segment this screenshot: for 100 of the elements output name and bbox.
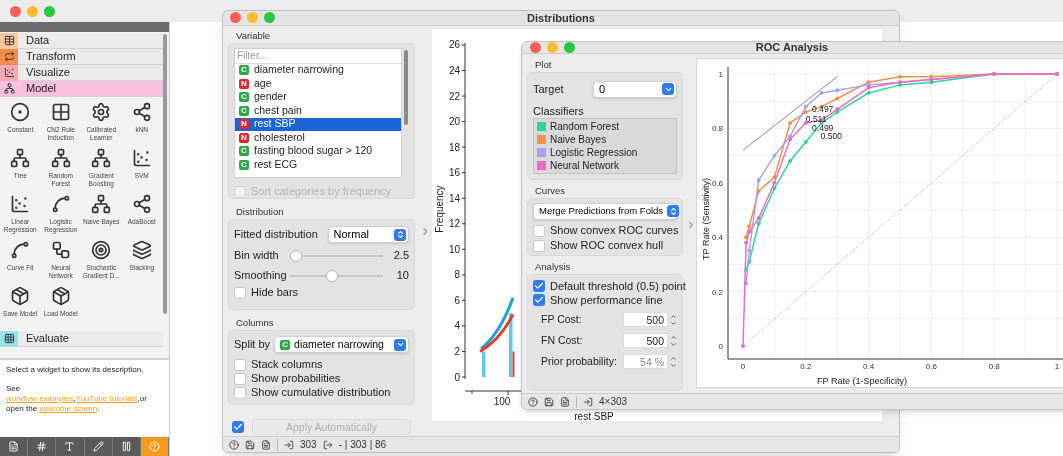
nodes-icon[interactable] [50,240,71,260]
field-label: Fitted distribution [234,227,319,243]
category-header[interactable]: Transform [0,49,163,65]
type-badge: C [239,65,249,76]
hierarchy-icon[interactable] [91,194,112,214]
classifier-name[interactable]: Logistic Regression [550,145,638,161]
slider-label: Bin width [234,248,280,264]
variable-item[interactable]: C gender [235,90,401,105]
checkbox-label: Show probabilities [251,371,341,387]
classifier-name[interactable]: Naive Bayes [550,132,607,148]
save-icon[interactable] [544,396,554,407]
output-icon [322,439,333,450]
checkbox[interactable] [234,286,246,299]
save-icon[interactable] [245,439,255,450]
classifier-name[interactable]: Neural Network [550,158,619,174]
tick-label: 0.6 [711,179,723,189]
checkbox[interactable] [533,280,545,293]
category-header[interactable]: Model [0,81,163,97]
type-badge: N [239,132,249,143]
scatter-icon[interactable] [131,148,152,168]
type-badge: C [239,159,249,170]
category-label: Visualize [26,65,70,81]
variable-name: fasting blood sugar > 120 [254,143,373,159]
dropdown-value: diameter narrowing [294,336,384,352]
tick-label: 0.8 [711,124,723,134]
type-badge: N [239,78,249,89]
close-button[interactable] [230,12,241,24]
help-icon [148,441,160,452]
hierarchy-icon[interactable] [10,148,31,168]
layers-icon[interactable] [131,240,152,260]
checkbox-label: Default threshold (0.5) point [550,279,686,295]
variable-item[interactable]: N rest SBP [235,117,401,132]
category-label: Transform [26,49,76,65]
category-label: Model [26,81,56,97]
section-title: Columns [235,315,275,330]
nodes-icon[interactable] [131,102,152,122]
variable-item[interactable]: N cholesterol [235,131,401,145]
section-title: Variable [235,28,272,43]
variable-name: chest pain [254,102,302,118]
checkbox[interactable] [533,239,545,252]
dropdown[interactable]: Merge Predictions from Folds [533,203,677,220]
package-icon[interactable] [10,286,31,306]
close-button[interactable] [530,42,541,54]
section-title: Plot [534,58,553,73]
help-icon[interactable] [229,439,239,450]
grid-icon[interactable] [50,102,71,122]
number-field[interactable]: 500 [623,333,668,349]
checkbox[interactable] [234,386,246,399]
pencil-icon [92,441,104,452]
variable-item[interactable]: C chest pain [235,104,401,118]
document-icon [8,441,20,452]
curve-icon[interactable] [10,240,31,260]
slider-track[interactable] [290,269,383,282]
close-button[interactable] [10,5,21,17]
target-icon[interactable] [91,240,112,260]
pause-icon [120,441,132,452]
dropdown[interactable]: Normal [327,226,409,244]
filter-field[interactable]: Filter... [235,48,401,64]
tick-label: 0.4 [863,362,875,372]
checkbox[interactable] [234,372,246,385]
gear-icon[interactable] [91,102,112,122]
slider-track[interactable] [290,249,383,262]
section-title: Curves [534,184,567,199]
threshold-label: 0.500 [820,131,843,142]
axis-title: Frequency [434,184,445,233]
checkbox[interactable] [533,224,545,237]
nodes-icon[interactable] [131,194,152,214]
category-header[interactable]: Data [0,33,163,49]
classifier-name[interactable]: Random Forest [550,119,619,135]
slider-thumb[interactable] [326,269,339,282]
hierarchy-icon[interactable] [91,148,112,168]
input-count: 4×303 [599,395,628,409]
dropdown[interactable]: 0 [593,80,677,98]
toolbar-button[interactable] [140,437,170,456]
chevron-icon [668,206,678,216]
variable-item[interactable]: C rest ECG [235,158,401,172]
variable-name: rest ECG [254,156,298,172]
number-field[interactable]: 500 [623,312,668,328]
axis-title: TP Rate (Sensitivity) [701,178,711,261]
variable-item[interactable]: C fasting blood sugar > 120 [235,144,401,159]
circle-dot-icon[interactable] [10,102,31,122]
variable-item[interactable]: N age [235,77,401,91]
help-icon[interactable] [528,396,538,407]
window-title: ROC Analysis [755,42,829,56]
hierarchy-icon[interactable] [50,148,71,168]
slider-thumb[interactable] [290,249,302,262]
category-header[interactable]: Evaluate [0,331,163,347]
dropdown[interactable]: C diameter narrowing [274,336,409,354]
document-icon[interactable] [560,396,570,407]
checkbox[interactable] [533,294,545,307]
package-icon[interactable] [50,286,71,306]
scatter-icon[interactable] [10,194,31,214]
scrollbar[interactable] [404,49,408,125]
tick-label: 4 [454,320,460,331]
scrollbar[interactable] [163,34,167,314]
curve-icon[interactable] [50,194,71,214]
checkbox[interactable] [234,358,246,371]
document-icon[interactable] [261,439,271,450]
variable-item[interactable]: C diameter narrowing [235,63,401,78]
category-header[interactable]: Visualize [0,65,163,81]
